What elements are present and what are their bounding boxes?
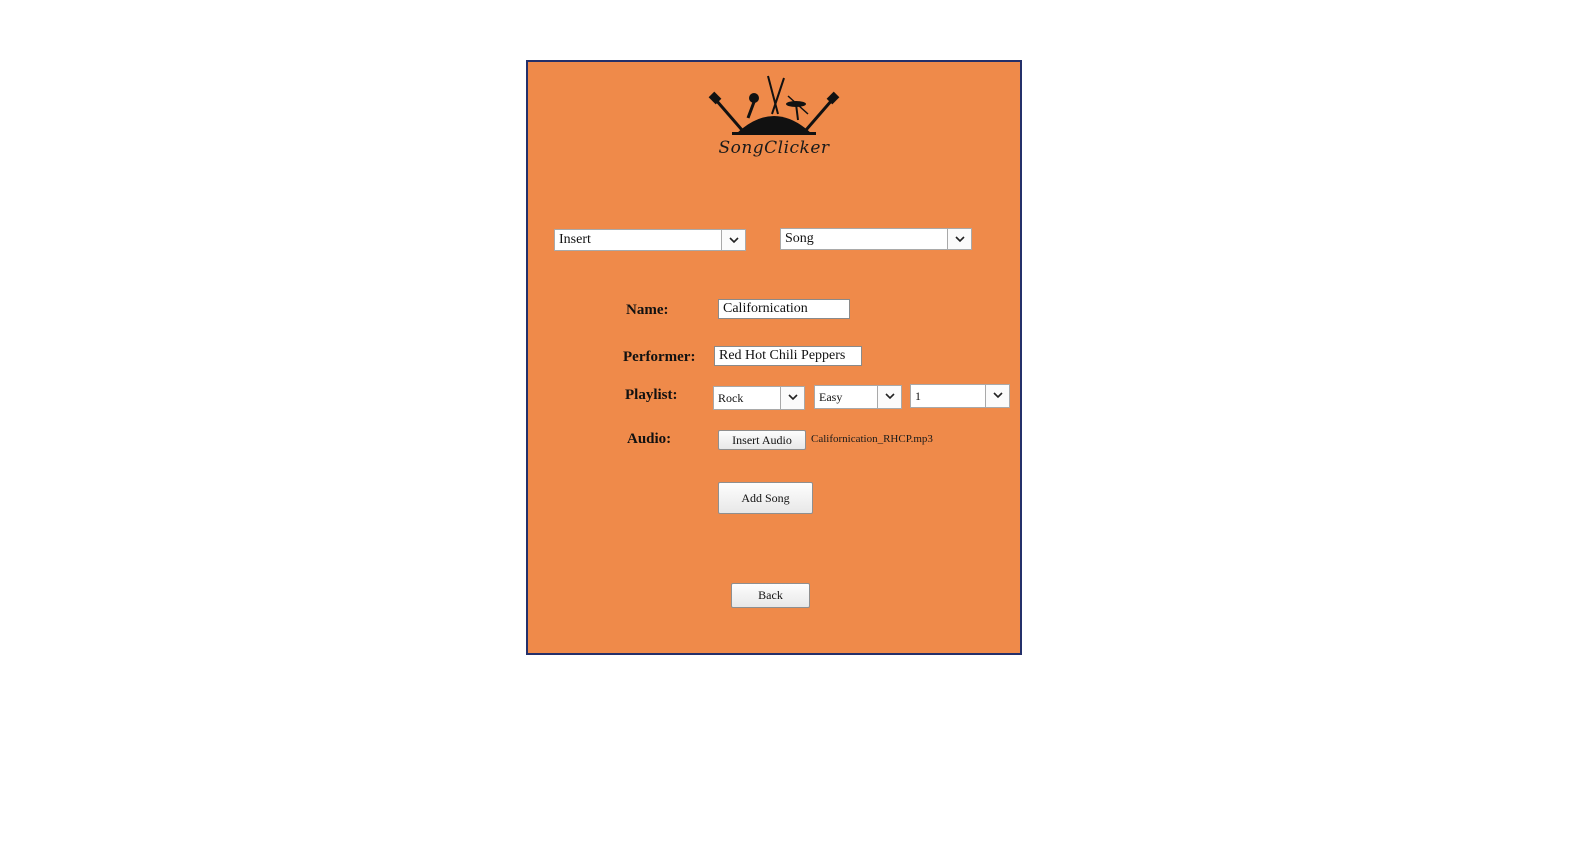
performer-field[interactable]: Red Hot Chili Peppers xyxy=(714,346,862,366)
chevron-down-icon xyxy=(780,387,804,409)
chevron-down-icon xyxy=(947,229,971,249)
back-button[interactable]: Back xyxy=(731,583,810,608)
audio-label: Audio: xyxy=(627,431,672,447)
chevron-down-icon xyxy=(721,230,745,250)
insert-audio-button[interactable]: Insert Audio xyxy=(718,430,806,450)
action-select-value: Insert xyxy=(559,232,591,247)
playlist-difficulty-value: Easy xyxy=(819,390,843,404)
playlist-label: Playlist: xyxy=(625,387,678,403)
chevron-down-icon xyxy=(877,386,901,408)
performer-label: Performer: xyxy=(623,349,696,365)
entity-select-value: Song xyxy=(785,231,814,246)
entity-select[interactable]: Song xyxy=(780,228,972,250)
action-select[interactable]: Insert xyxy=(554,229,746,251)
songclicker-panel: SongClicker Insert Song Name: Californic… xyxy=(526,60,1022,655)
playlist-genre-value: Rock xyxy=(718,391,744,405)
add-song-button[interactable]: Add Song xyxy=(718,482,813,514)
audio-filename: Californication_RHCP.mp3 xyxy=(811,433,933,445)
name-field[interactable]: Californication xyxy=(718,299,850,319)
band-instruments-icon xyxy=(708,75,840,135)
songclicker-logo: SongClicker xyxy=(708,74,840,166)
playlist-difficulty-select[interactable]: Easy xyxy=(814,385,902,409)
playlist-genre-select[interactable]: Rock xyxy=(713,386,805,410)
logo-wordmark: SongClicker xyxy=(718,138,830,158)
playlist-number-value: 1 xyxy=(915,389,921,403)
chevron-down-icon xyxy=(985,385,1009,407)
name-label: Name: xyxy=(626,302,669,318)
playlist-number-select[interactable]: 1 xyxy=(910,384,1010,408)
